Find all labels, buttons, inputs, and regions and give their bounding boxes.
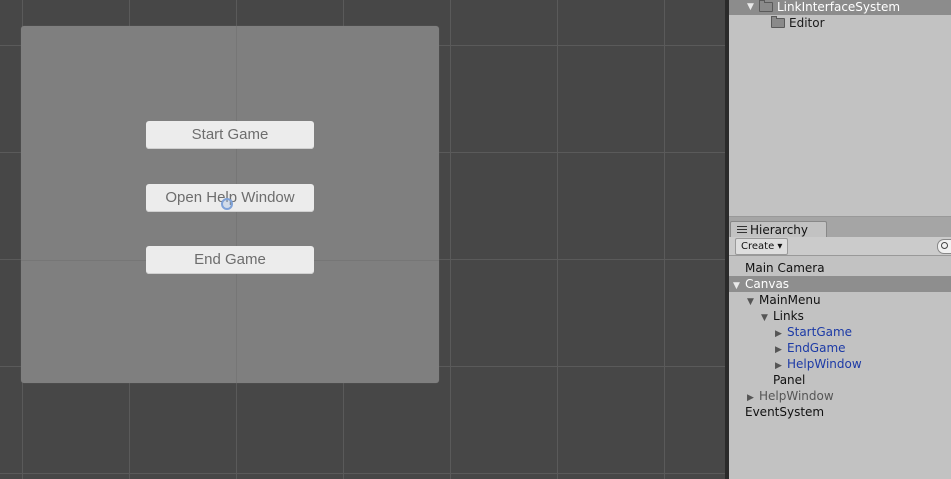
hierarchy-item-label: HelpWindow [787,357,862,371]
hierarchy-item-label: HelpWindow [759,389,834,403]
project-item-linkinterfacesystem[interactable]: ▼ LinkInterfaceSystem [729,0,951,15]
list-icon [737,226,747,234]
tab-hierarchy[interactable]: Hierarchy [730,221,827,238]
right-column: ▼ LinkInterfaceSystem Editor Hierarchy C… [729,0,951,479]
hierarchy-item-label: Links [773,309,804,323]
editor-window: Start Game Open Help Window End Game ▼ L… [0,0,951,479]
hierarchy-tab-bar: Hierarchy [729,217,951,238]
create-dropdown-button[interactable]: Create ▾ [735,238,789,255]
hierarchy-item-label: Panel [773,373,806,387]
hierarchy-item-endgame[interactable]: ▶ EndGame [729,340,951,356]
end-game-button[interactable]: End Game [146,246,314,274]
hierarchy-item-helpwindow[interactable]: ▶ HelpWindow [729,388,951,404]
hierarchy-search-input[interactable] [937,239,951,254]
project-item-editor[interactable]: Editor [771,15,825,31]
scene-view[interactable]: Start Game Open Help Window End Game [0,0,725,479]
tab-hierarchy-label: Hierarchy [750,223,809,237]
hierarchy-item-panel[interactable]: Panel [729,372,951,388]
hierarchy-item-mainmenu[interactable]: ▼ MainMenu [729,292,951,308]
folder-icon [771,16,785,28]
hierarchy-toolbar: Create ▾ [729,237,951,256]
hierarchy-item-label: StartGame [787,325,853,339]
hierarchy-item-label: MainMenu [759,293,821,307]
menu-panel[interactable]: Start Game Open Help Window End Game [21,26,439,383]
start-game-button[interactable]: Start Game [146,121,314,149]
hierarchy-item-label: EventSystem [745,405,825,419]
project-item-label: Editor [789,16,825,30]
folder-icon [759,0,773,12]
pivot-gizmo-icon[interactable] [221,198,233,210]
hierarchy-item-label: EndGame [787,341,846,355]
project-panel: ▼ LinkInterfaceSystem Editor [729,0,951,217]
expanded-arrow-icon[interactable]: ▼ [747,0,759,15]
hierarchy-item-label: Canvas [745,277,790,291]
project-item-label: LinkInterfaceSystem [777,0,901,14]
hierarchy-item-links[interactable]: ▼ Links [729,308,951,324]
search-icon [941,242,948,249]
hierarchy-item-helpwindow-link[interactable]: ▶ HelpWindow [729,356,951,372]
hierarchy-item-label: Main Camera [745,261,825,275]
hierarchy-item-startgame[interactable]: ▶ StartGame [729,324,951,340]
hierarchy-item-main-camera[interactable]: Main Camera [729,260,951,276]
hierarchy-item-canvas[interactable]: ▼ Canvas [729,276,951,292]
hierarchy-item-eventsystem[interactable]: EventSystem [729,404,951,420]
